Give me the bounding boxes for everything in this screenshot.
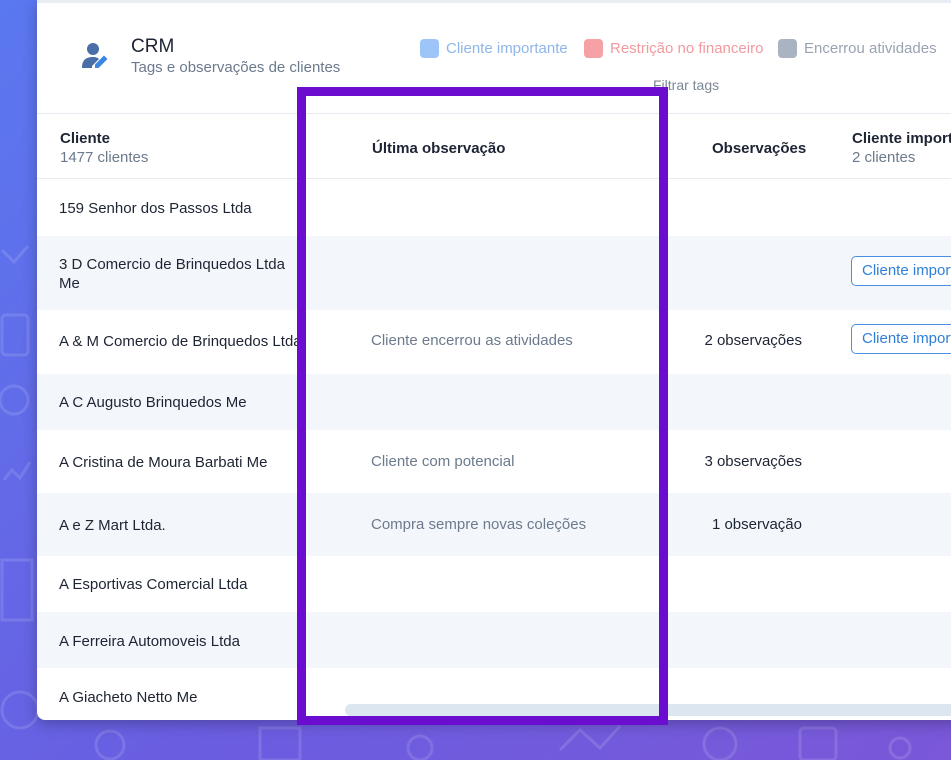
legend-cliente-importante[interactable]: Cliente importante: [420, 39, 568, 58]
table-body: 159 Senhor dos Passos Ltda 3 D Comercio …: [37, 178, 951, 720]
legend-swatch: [778, 39, 797, 58]
table-row[interactable]: A C Augusto Brinquedos Me: [37, 374, 951, 430]
legend-encerrou-atividades[interactable]: Encerrou atividades: [778, 39, 937, 58]
column-header-cliente[interactable]: Cliente: [60, 130, 110, 147]
table-row[interactable]: A & M Comercio de Brinquedos Ltda Client…: [37, 310, 951, 374]
column-header-observacoes[interactable]: Observações: [712, 140, 806, 157]
cliente-count: 1477 clientes: [60, 149, 149, 166]
client-name: 159 Senhor dos Passos Ltda: [59, 200, 252, 217]
table-row[interactable]: A Cristina de Moura Barbati Me Cliente c…: [37, 430, 951, 493]
legend-swatch: [584, 39, 603, 58]
table-row[interactable]: A Esportivas Comercial Ltda: [37, 556, 951, 612]
last-observation: Cliente encerrou as atividades: [371, 332, 573, 349]
client-name: A e Z Mart Ltda.: [59, 517, 166, 534]
tag-cliente-importante-button[interactable]: Cliente importante: [851, 324, 951, 354]
table-row[interactable]: A e Z Mart Ltda. Compra sempre novas col…: [37, 493, 951, 556]
cliente-importante-count: 2 clientes: [852, 149, 916, 166]
table-row[interactable]: A Ferreira Automoveis Ltda: [37, 612, 951, 668]
crm-header: CRM Tags e observações de clientes Clien…: [37, 0, 951, 114]
table-row[interactable]: 3 D Comercio de Brinquedos Ltda Me Clien…: [37, 236, 951, 310]
last-observation: Cliente com potencial: [371, 453, 515, 470]
tag-cliente-importante-button[interactable]: Cliente importante: [851, 256, 951, 286]
crm-card: CRM Tags e observações de clientes Clien…: [37, 0, 951, 720]
legend-label: Cliente importante: [446, 40, 568, 57]
observation-count[interactable]: 2 observações: [704, 332, 802, 349]
observation-count[interactable]: 3 observações: [704, 453, 802, 470]
table-row[interactable]: 159 Senhor dos Passos Ltda: [37, 178, 951, 236]
column-header-ultima-observacao[interactable]: Última observação: [372, 140, 505, 157]
observation-count[interactable]: 1 observação: [712, 516, 802, 533]
user-edit-icon: [82, 43, 108, 68]
legend-swatch: [420, 39, 439, 58]
filter-tags-label: Filtrar tags: [653, 77, 720, 93]
page-title: CRM: [131, 36, 175, 57]
client-name: A Cristina de Moura Barbati Me: [59, 454, 268, 471]
client-name: A & M Comercio de Brinquedos Ltda: [59, 333, 302, 350]
horizontal-scrollbar[interactable]: [345, 704, 951, 716]
last-observation: Compra sempre novas coleções: [371, 516, 587, 533]
column-header-cliente-importante[interactable]: Cliente importante: [852, 130, 951, 147]
legend-restricao-financeiro[interactable]: Restrição no financeiro: [584, 39, 763, 58]
page-subtitle: Tags e observações de clientes: [131, 59, 341, 76]
legend-label: Encerrou atividades: [804, 40, 937, 57]
table-header: Cliente 1477 clientes Última observação …: [37, 113, 951, 179]
client-name: A Ferreira Automoveis Ltda: [59, 633, 240, 650]
client-name: A Giacheto Netto Me: [59, 689, 198, 706]
legend-label: Restrição no financeiro: [610, 40, 764, 57]
client-name: 3 D Comercio de Brinquedos Ltda Me: [59, 256, 285, 292]
client-name: A C Augusto Brinquedos Me: [59, 394, 247, 411]
client-name: A Esportivas Comercial Ltda: [59, 576, 248, 593]
